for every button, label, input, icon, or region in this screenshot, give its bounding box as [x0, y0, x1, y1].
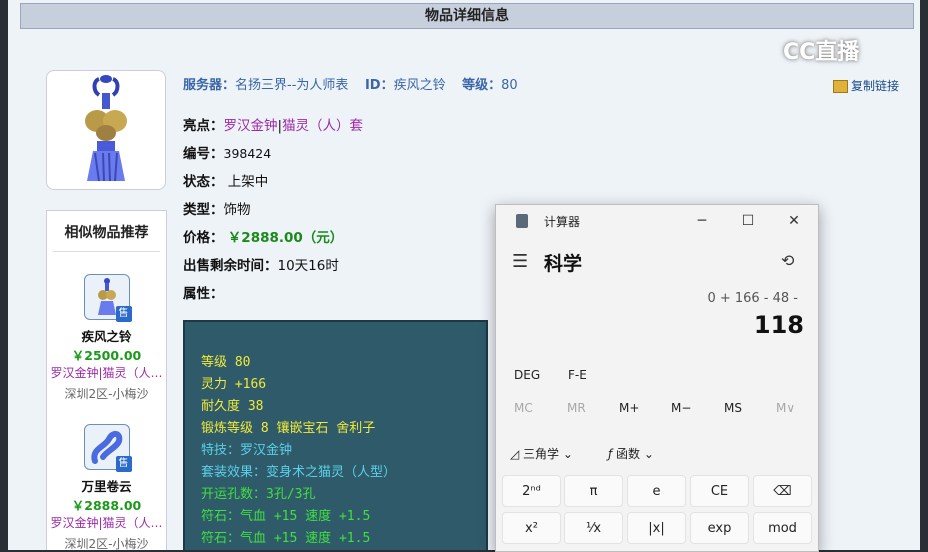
- memory-list-button[interactable]: M∨: [776, 401, 795, 415]
- memory-store-button[interactable]: MS: [724, 401, 742, 415]
- clear-entry-key[interactable]: CE: [690, 475, 749, 507]
- server-value: 名扬三界--为人师表: [235, 78, 349, 93]
- trigonometry-dropdown[interactable]: ◿ 三角学 ⌄: [510, 445, 573, 462]
- sale-badge: 售: [115, 306, 132, 322]
- type-row: 类型：饰物: [183, 196, 363, 224]
- calculator-mode-title: 科学: [544, 253, 583, 275]
- square-key[interactable]: x²: [502, 512, 561, 544]
- similar-item-price: ￥2888.00: [71, 498, 142, 513]
- number-label: 编号：: [183, 146, 224, 162]
- maximize-button[interactable]: ☐: [728, 209, 768, 233]
- price-label: 价格：: [183, 230, 224, 246]
- calculator-app-name: 计算器: [544, 215, 581, 229]
- exp-key[interactable]: exp: [690, 512, 749, 544]
- chevron-down-icon: ⌄: [640, 447, 654, 461]
- second-key[interactable]: 2ⁿᵈ: [502, 475, 561, 507]
- memory-add-button[interactable]: M+: [619, 401, 639, 415]
- status-label: 状态：: [183, 174, 224, 190]
- status-row: 状态： 上架中: [183, 168, 363, 196]
- type-label: 类型：: [183, 202, 224, 218]
- stream-watermark: CC直播: [783, 40, 860, 65]
- memory-clear-button[interactable]: MC: [514, 401, 533, 415]
- trigonometry-label: 三角学: [523, 447, 560, 461]
- calculator-result: 118: [753, 311, 804, 339]
- id-label: ID：: [364, 78, 394, 93]
- absolute-key[interactable]: |x|: [627, 512, 686, 544]
- attribute-line: 耐久度 38: [201, 399, 264, 414]
- similar-item-server: 深圳2区-小梅沙: [64, 537, 149, 550]
- price-row: 价格： ￥2888.00（元）: [183, 224, 363, 252]
- item-image: [46, 70, 166, 190]
- similar-item-tag: 罗汉金钟|猫灵（人…: [50, 516, 163, 530]
- similar-item-thumbnail[interactable]: 售: [83, 274, 132, 322]
- function-dropdown[interactable]: ƒ 函数 ⌄: [608, 445, 654, 462]
- sale-badge: 售: [115, 456, 132, 472]
- fe-button[interactable]: F-E: [568, 368, 587, 382]
- mod-key[interactable]: mod: [753, 512, 812, 544]
- menu-icon[interactable]: ☰: [512, 251, 528, 272]
- highlight-row: 亮点：罗汉金钟|猫灵（人）套: [183, 112, 363, 140]
- copy-link[interactable]: 复制链接: [833, 77, 899, 94]
- e-key[interactable]: e: [627, 475, 686, 507]
- type-value: 饰物: [223, 202, 251, 218]
- attributes-panel: 等级 80 灵力 +166 耐久度 38 锻炼等级 8 镶嵌宝石 舍利子 特技：…: [183, 320, 488, 550]
- remaining-time-row: 出售剩余时间：10天16时: [183, 252, 363, 280]
- similar-item[interactable]: 售 疾风之铃 ￥2500.00 罗汉金钟|猫灵（人… 深圳2区-小梅沙: [47, 274, 166, 402]
- similar-item-name[interactable]: 万里卷云: [47, 476, 166, 495]
- id-value: 疾风之铃: [393, 78, 446, 93]
- memory-recall-button[interactable]: MR: [567, 401, 586, 415]
- similar-item[interactable]: 售 万里卷云 ￥2888.00 罗汉金钟|猫灵（人… 深圳2区-小梅沙: [47, 424, 166, 550]
- highlight-skill: 罗汉金钟: [223, 118, 278, 134]
- history-icon[interactable]: ⟲: [781, 251, 794, 270]
- calculator-expression: 0 + 166 - 48 -: [707, 291, 798, 306]
- deg-button[interactable]: DEG: [514, 368, 540, 382]
- attribute-line: 锻炼等级 8 镶嵌宝石 舍利子: [201, 421, 376, 436]
- chevron-down-icon: ⌄: [559, 447, 573, 461]
- attribute-line: 符石：气血 +15 速度 +1.5: [201, 531, 371, 546]
- minimize-button[interactable]: ─: [682, 209, 722, 233]
- backspace-key[interactable]: ⌫: [753, 475, 812, 507]
- pi-key[interactable]: π: [564, 475, 623, 507]
- similar-item-server: 深圳2区-小梅沙: [64, 387, 149, 401]
- memory-subtract-button[interactable]: M−: [671, 401, 691, 415]
- function-icon: ƒ: [608, 447, 617, 461]
- attributes-row: 属性：: [183, 280, 363, 308]
- remaining-time-value: 10天16时: [277, 258, 339, 274]
- attribute-line: 开运孔数：3孔/3孔: [201, 487, 316, 502]
- similar-item-name[interactable]: 疾风之铃: [47, 326, 166, 345]
- attribute-line: 符石：气血 +15 速度 +1.5: [201, 509, 371, 524]
- level-value: 80: [501, 78, 518, 93]
- remaining-time-label: 出售剩余时间：: [183, 258, 278, 274]
- status-value: 上架中: [227, 174, 269, 190]
- page-title: 物品详细信息: [20, 3, 914, 29]
- attributes-label: 属性：: [183, 286, 224, 302]
- attribute-line: 灵力 +166: [201, 377, 267, 392]
- similar-items-panel: 相似物品推荐 售 疾风之铃 ￥2500.00 罗汉金钟|猫灵（人… 深圳2区-小…: [46, 210, 167, 550]
- reciprocal-key[interactable]: ¹⁄x: [564, 512, 623, 544]
- level-label: 等级：: [462, 78, 502, 93]
- item-meta: 服务器：名扬三界--为人师表 ID：疾风之铃 等级：80: [183, 74, 518, 93]
- number-value: 398424: [223, 146, 272, 161]
- item-info-rows: 亮点：罗汉金钟|猫灵（人）套 编号：398424 状态： 上架中 类型：饰物 价…: [183, 112, 363, 308]
- calculator-titlebar[interactable]: 计算器 ─ ☐ ✕: [496, 205, 818, 237]
- trigonometry-icon: ◿: [510, 447, 524, 461]
- function-label: 函数: [616, 447, 641, 461]
- close-button[interactable]: ✕: [774, 209, 814, 233]
- similar-items-header: 相似物品推荐: [53, 211, 160, 252]
- number-row: 编号：398424: [183, 140, 363, 168]
- copy-link-label: 复制链接: [851, 79, 900, 93]
- similar-item-tag: 罗汉金钟|猫灵（人…: [50, 366, 163, 380]
- highlight-label: 亮点：: [183, 118, 224, 134]
- price-value: ￥2888.00（元）: [227, 230, 344, 246]
- similar-item-thumbnail[interactable]: 售: [83, 424, 132, 472]
- attribute-line: 等级 80: [201, 355, 251, 370]
- attribute-line: 特技：罗汉金钟: [201, 443, 293, 458]
- calculator-window: 计算器 ─ ☐ ✕ ☰ 科学 ⟲ 0 + 166 - 48 - 118 DEG …: [495, 204, 819, 552]
- similar-item-price: ￥2500.00: [71, 348, 142, 363]
- highlight-set: 猫灵（人）套: [282, 118, 364, 134]
- calculator-app-icon: [516, 214, 528, 228]
- server-label: 服务器：: [183, 78, 236, 93]
- attribute-line: 套装效果：变身术之猫灵（人型）: [201, 465, 397, 480]
- copy-link-icon: [833, 80, 848, 93]
